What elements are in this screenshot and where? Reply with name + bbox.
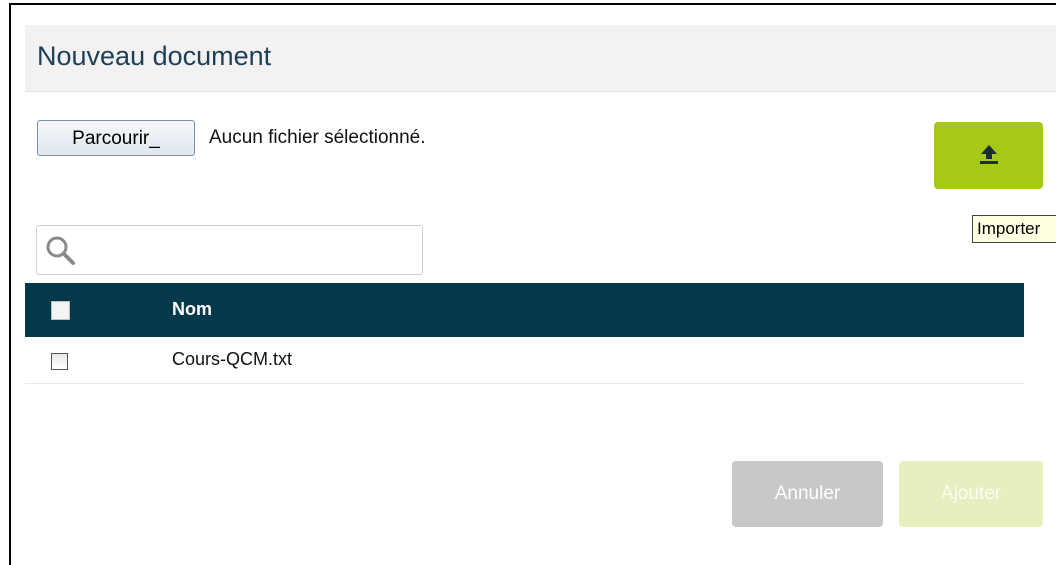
table-header: Nom xyxy=(25,283,1024,337)
cancel-button[interactable]: Annuler xyxy=(732,461,883,527)
upload-button[interactable] xyxy=(934,122,1043,189)
dialog-title: Nouveau document xyxy=(37,41,272,71)
table-row[interactable]: Cours-QCM.txt xyxy=(25,337,1024,384)
dialog-header: Nouveau document xyxy=(25,25,1056,92)
row-checkbox[interactable] xyxy=(51,353,68,370)
upload-tooltip: Importer xyxy=(972,215,1056,243)
file-status-text: Aucun fichier sélectionné. xyxy=(209,127,426,148)
column-header-name[interactable]: Nom xyxy=(172,299,212,320)
select-all-checkbox[interactable] xyxy=(51,301,70,320)
row-file-name: Cours-QCM.txt xyxy=(172,349,293,369)
browse-button[interactable]: Parcourir_ xyxy=(37,120,195,156)
search-box xyxy=(36,225,423,275)
file-table: Nom Cours-QCM.txt xyxy=(25,283,1024,384)
search-input[interactable] xyxy=(81,234,415,268)
upload-icon xyxy=(980,145,998,164)
add-button[interactable]: Ajouter xyxy=(899,461,1043,527)
search-icon xyxy=(46,236,75,265)
